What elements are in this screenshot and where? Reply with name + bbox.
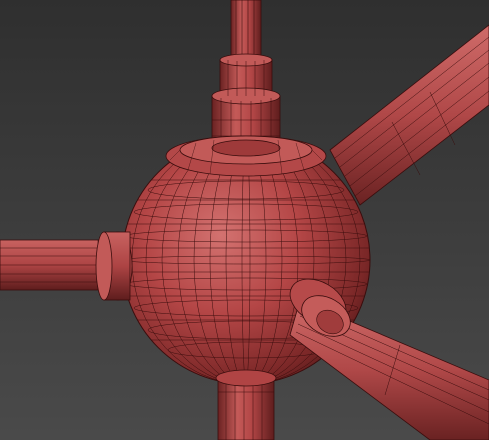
bottom-socket[interactable] [215,369,277,387]
viewport-canvas[interactable] [0,0,489,440]
left-socket[interactable] [95,231,133,301]
top-rod[interactable] [230,0,262,61]
3d-viewport[interactable] [0,0,489,440]
